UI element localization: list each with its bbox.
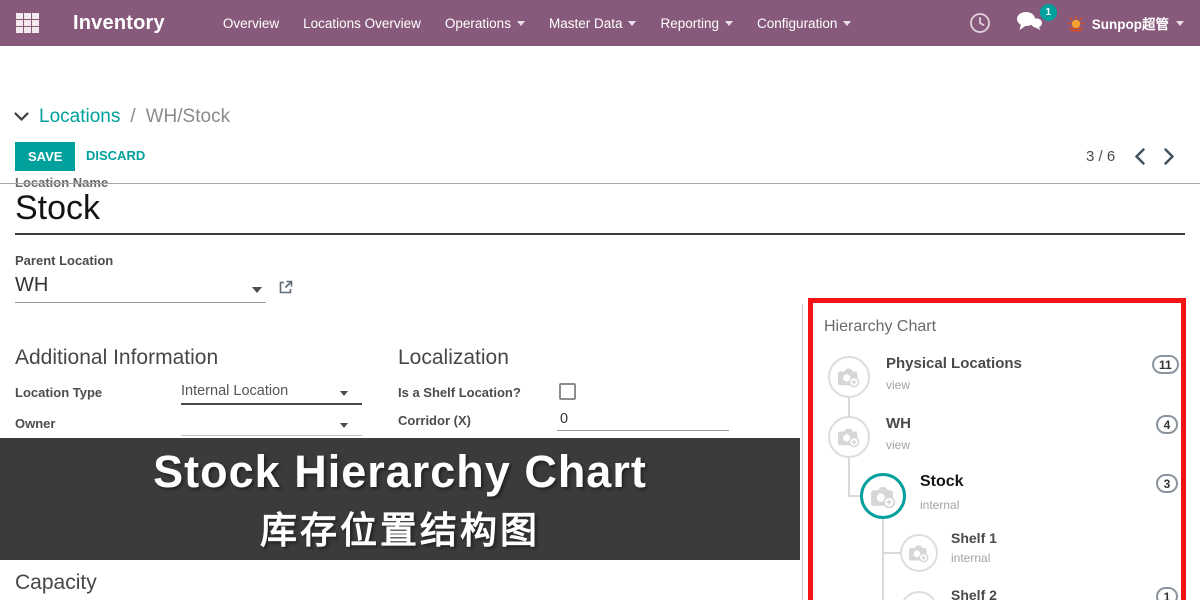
node-name: Shelf 1 xyxy=(951,530,997,546)
node-type: internal xyxy=(920,498,959,512)
menu-label: Master Data xyxy=(549,16,623,31)
menu-reporting[interactable]: Reporting xyxy=(660,16,733,31)
child-count-badge: 11 xyxy=(1152,355,1179,374)
dropdown-caret-icon[interactable] xyxy=(340,391,348,396)
tree-connector xyxy=(882,552,902,554)
menu-configuration[interactable]: Configuration xyxy=(757,16,851,31)
user-menu[interactable]: Sunpop超管 xyxy=(1067,13,1184,33)
node-type: view xyxy=(886,438,910,452)
menu-label: Overview xyxy=(223,16,279,31)
chevron-down-icon xyxy=(725,21,733,26)
location-image-icon xyxy=(900,591,938,600)
menu-label: Locations Overview xyxy=(303,16,421,31)
chevron-down-icon[interactable] xyxy=(14,112,29,122)
node-type: internal xyxy=(951,551,990,565)
parent-location-field[interactable]: WH xyxy=(15,274,48,297)
breadcrumb-locations-link[interactable]: Locations xyxy=(39,106,120,128)
location-name-input[interactable]: Stock xyxy=(15,189,100,228)
chevron-down-icon xyxy=(843,21,851,26)
node-name: WH xyxy=(886,415,911,432)
panel-divider xyxy=(802,304,803,600)
section-additional-information: Additional Information xyxy=(15,346,218,370)
user-name: Sunpop超管 xyxy=(1092,13,1169,33)
tree-connector xyxy=(882,519,884,554)
location-type-underline xyxy=(181,403,362,405)
shelf-location-checkbox[interactable] xyxy=(559,383,576,400)
activities-clock-icon[interactable] xyxy=(969,12,991,34)
chevron-down-icon xyxy=(628,21,636,26)
section-localization: Localization xyxy=(398,346,509,370)
location-type-label: Location Type xyxy=(15,385,102,400)
location-image-icon xyxy=(900,534,938,572)
pager-previous-icon[interactable] xyxy=(1134,148,1145,165)
form-view: Locations / WH/Stock SAVE DISCARD 3 / 6 … xyxy=(0,46,1200,600)
node-type: view xyxy=(886,378,910,392)
menu-label: Operations xyxy=(445,16,511,31)
hierarchy-node-wh[interactable]: WH view 4 xyxy=(828,415,1184,460)
app-title[interactable]: Inventory xyxy=(73,12,165,35)
promo-banner: Stock Hierarchy Chart 库存位置结构图 xyxy=(0,438,800,560)
child-count-badge: 1 xyxy=(1156,587,1178,600)
navbar-systray: 1 Sunpop超管 xyxy=(969,10,1200,36)
pager-next-icon[interactable] xyxy=(1164,148,1175,165)
location-image-icon xyxy=(828,416,870,458)
chat-bubbles-icon xyxy=(1015,10,1043,31)
child-count-badge: 4 xyxy=(1156,415,1178,434)
hierarchy-node-physical-locations[interactable]: Physical Locations view 11 xyxy=(828,355,1184,400)
hierarchy-chart-title: Hierarchy Chart xyxy=(824,318,936,336)
location-image-icon xyxy=(860,473,906,519)
shelf-location-label: Is a Shelf Location? xyxy=(398,385,521,400)
parent-location-underline xyxy=(15,302,266,303)
menu-label: Configuration xyxy=(757,16,837,31)
owner-underline xyxy=(181,435,362,436)
corridor-label: Corridor (X) xyxy=(398,413,471,428)
avatar xyxy=(1067,15,1085,32)
menu-operations[interactable]: Operations xyxy=(445,16,525,31)
menu-label: Reporting xyxy=(660,16,719,31)
breadcrumb: Locations / WH/Stock xyxy=(14,106,230,128)
save-button[interactable]: SAVE xyxy=(15,142,75,171)
menu-master-data[interactable]: Master Data xyxy=(549,16,637,31)
tree-connector xyxy=(882,554,884,600)
apps-menu-icon[interactable] xyxy=(16,13,39,33)
dropdown-caret-icon[interactable] xyxy=(340,423,348,428)
node-name: Shelf 2 xyxy=(951,587,997,600)
location-image-icon xyxy=(828,356,870,398)
banner-title: Stock Hierarchy Chart xyxy=(0,446,800,498)
breadcrumb-current: WH/Stock xyxy=(146,106,230,128)
sheet-top-divider xyxy=(0,183,1200,184)
main-menu: Overview Locations Overview Operations M… xyxy=(223,16,852,31)
child-count-badge: 3 xyxy=(1156,474,1178,493)
section-capacity: Capacity xyxy=(15,571,97,595)
banner-subtitle: 库存位置结构图 xyxy=(0,500,800,554)
message-count-badge: 1 xyxy=(1040,4,1057,21)
breadcrumb-separator: / xyxy=(130,106,135,128)
external-link-icon[interactable] xyxy=(277,279,294,296)
corridor-underline xyxy=(557,430,729,431)
hierarchy-node-shelf-1[interactable]: Shelf 1 internal xyxy=(900,530,1184,572)
messages-button[interactable]: 1 xyxy=(1015,10,1043,36)
chevron-down-icon xyxy=(517,21,525,26)
corridor-input[interactable]: 0 xyxy=(560,411,568,427)
pager-counter: 3 / 6 xyxy=(1086,148,1115,165)
menu-locations-overview[interactable]: Locations Overview xyxy=(303,16,421,31)
chevron-down-icon xyxy=(1176,21,1184,26)
discard-button[interactable]: DISCARD xyxy=(86,148,145,163)
hierarchy-node-stock[interactable]: Stock internal 3 xyxy=(860,473,1184,520)
location-name-underline xyxy=(15,233,1185,235)
parent-location-label: Parent Location xyxy=(15,253,113,268)
hierarchy-node-shelf-2[interactable]: Shelf 2 internal 1 xyxy=(900,587,1184,600)
dropdown-caret-icon[interactable] xyxy=(252,287,262,293)
node-name: Physical Locations xyxy=(886,355,1022,372)
top-navbar: Inventory Overview Locations Overview Op… xyxy=(0,0,1200,46)
tree-connector xyxy=(848,458,850,497)
node-name: Stock xyxy=(920,473,964,491)
location-type-select[interactable]: Internal Location xyxy=(181,383,288,399)
menu-overview[interactable]: Overview xyxy=(223,16,279,31)
owner-label: Owner xyxy=(15,416,55,431)
